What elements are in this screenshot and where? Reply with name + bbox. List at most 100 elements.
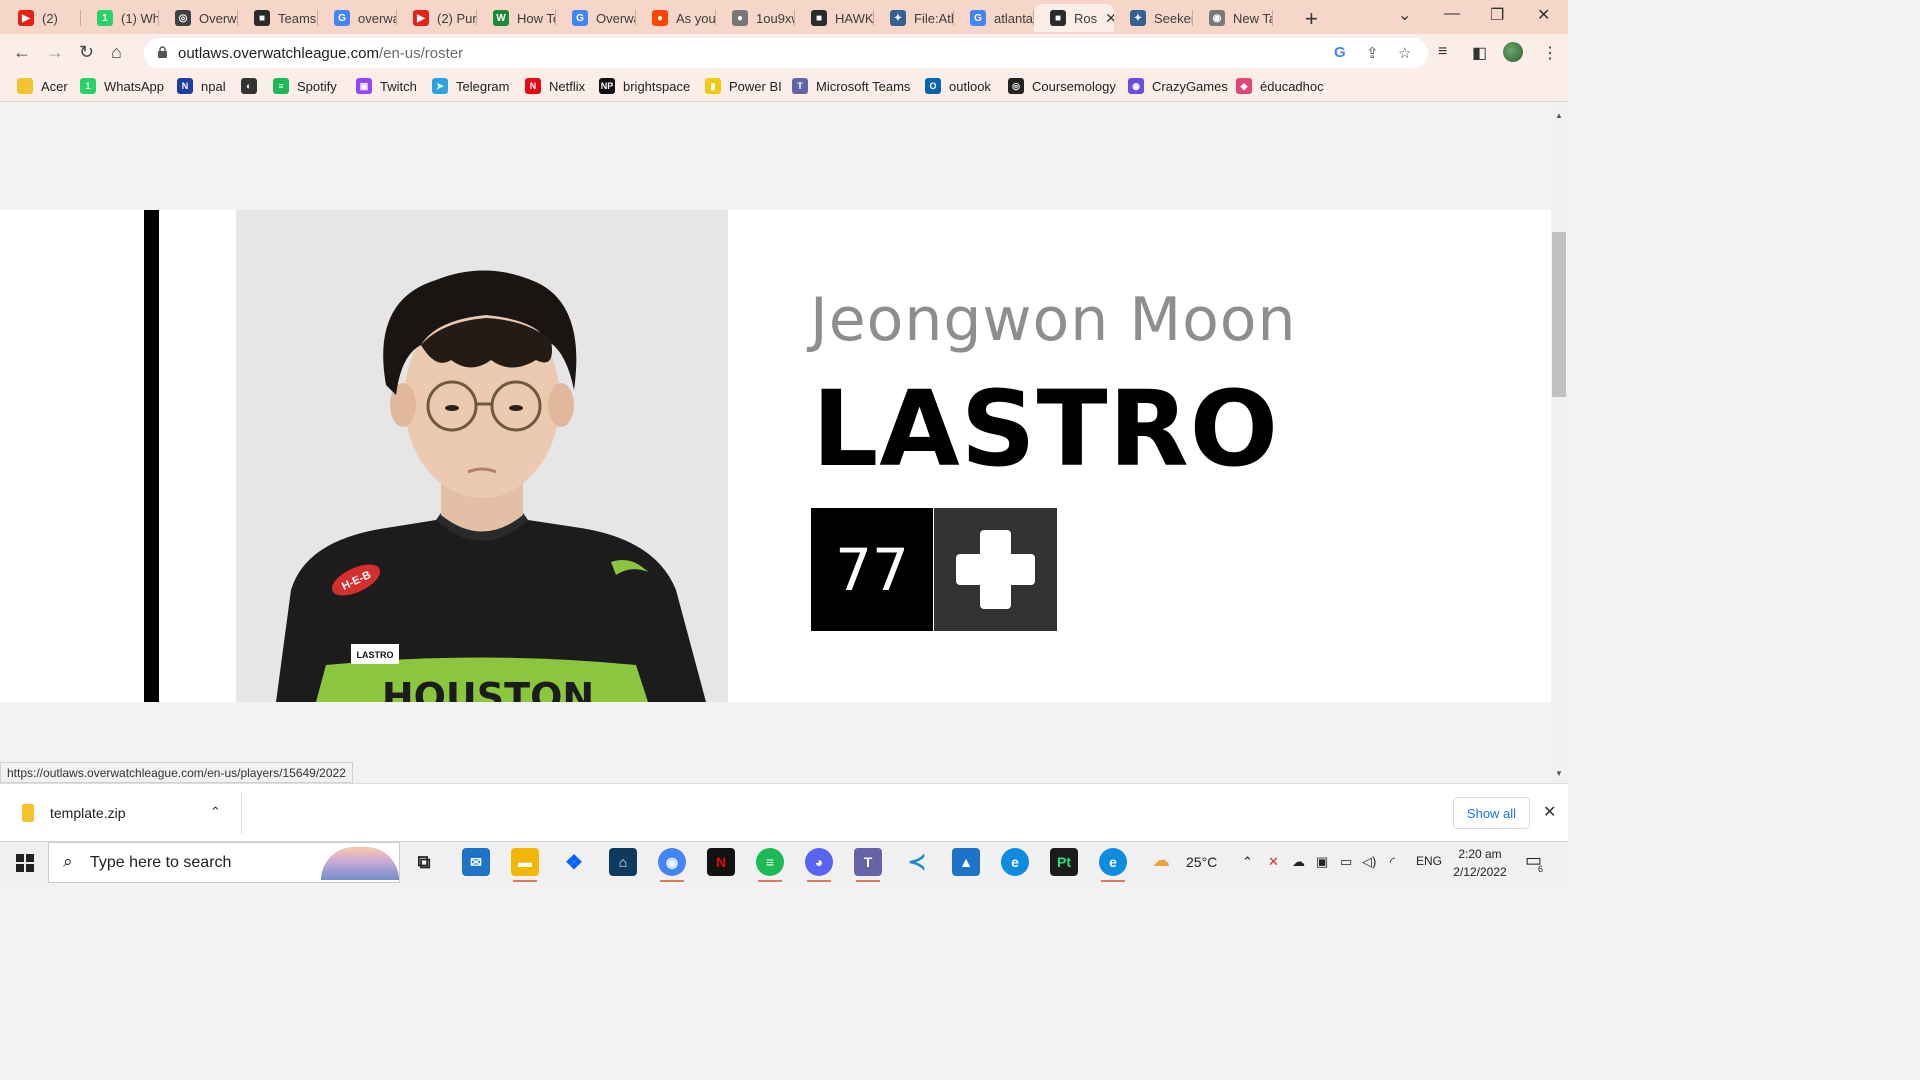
mail-app-icon[interactable]: ✉ <box>462 848 490 876</box>
bookmark-label: Power BI <box>729 78 782 94</box>
bookmark-favicon-icon: N <box>177 78 193 94</box>
edge-icon[interactable]: e <box>1001 848 1029 876</box>
player-card[interactable]: H-E-B LASTRO HOUSTON Jeongwon Moon LASTR… <box>0 210 1551 702</box>
browser-tab[interactable]: ● As you <box>636 4 716 32</box>
vscode-icon[interactable]: ≺ <box>903 848 931 876</box>
netflix-app-icon[interactable]: N <box>707 848 735 876</box>
browser-tab[interactable]: Goverwa <box>318 4 397 32</box>
onedrive-icon[interactable]: ☁ <box>1292 854 1305 870</box>
scroll-down-arrow[interactable]: ▼ <box>1555 769 1563 778</box>
edge-beta-icon[interactable]: e <box>1099 848 1127 882</box>
url-text[interactable]: outlaws.overwatchleague.com/en-us/roster <box>178 45 463 62</box>
file-explorer-icon[interactable]: ▬ <box>511 848 539 882</box>
photos-icon[interactable]: ▲ <box>952 848 980 876</box>
download-filename[interactable]: template.zip <box>50 805 125 821</box>
home-button[interactable]: ⌂ <box>111 42 122 63</box>
reload-button[interactable]: ↻ <box>79 42 94 63</box>
bookmark-item[interactable]: Nnpal <box>177 78 226 94</box>
bookmark-star-icon[interactable]: ☆ <box>1398 44 1411 62</box>
scroll-up-arrow[interactable]: ▲ <box>1555 111 1563 120</box>
meet-icon[interactable]: ▣ <box>1316 854 1328 870</box>
windows-taskbar: ⌕ Type here to search ⧉ ✉ ▬ ❖ ⌂ ◉ N ≡ ◕ … <box>0 841 1568 883</box>
forward-button[interactable]: → <box>46 42 64 63</box>
taskbar-search-box[interactable]: ⌕ Type here to search <box>48 842 400 883</box>
bookmark-item[interactable]: ◐ <box>241 78 265 94</box>
spotify-app-icon[interactable]: ≡ <box>756 848 784 882</box>
bookmark-item[interactable]: N Netflix <box>525 78 585 94</box>
browser-tab[interactable]: ● 1ou9xw <box>716 4 795 32</box>
support-role-icon <box>934 508 1057 631</box>
task-view-icon[interactable]: ⧉ <box>410 848 438 876</box>
bookmark-item[interactable]: ◆ éducadhoc <box>1236 78 1324 94</box>
zip-file-icon <box>22 804 34 822</box>
browser-tab[interactable]: Gatlanta <box>954 4 1034 32</box>
download-bar-close-icon[interactable]: ✕ <box>1543 802 1556 822</box>
bookmark-favicon-icon <box>17 78 33 94</box>
back-button[interactable]: ← <box>13 42 31 63</box>
browser-tab[interactable]: 1 (1) Wha <box>81 4 159 32</box>
teams-app-icon[interactable]: T <box>854 848 882 882</box>
tab-search-icon[interactable]: ⌄ <box>1398 5 1411 25</box>
bookmark-label: CrazyGames <box>1152 78 1228 94</box>
side-panel-icon[interactable]: ◧ <box>1472 43 1487 63</box>
browser-tab[interactable]: ▶ (2) <box>2 4 81 32</box>
weather-temp[interactable]: 25°C <box>1186 854 1217 870</box>
google-translate-icon[interactable]: G <box>1334 44 1346 61</box>
chrome-icon[interactable]: ◉ <box>658 848 686 882</box>
tab-close-icon[interactable]: ✕ <box>1105 10 1114 27</box>
tab-title: As you <box>676 10 716 26</box>
browser-tab[interactable]: ■ HAWK <box>795 4 874 32</box>
bookmark-item[interactable]: ◉ CrazyGames <box>1128 78 1228 94</box>
browser-tab[interactable]: ▶ (2) Pure <box>397 4 477 32</box>
pycharm-icon[interactable]: Pt <box>1050 848 1078 876</box>
scrollbar-thumb[interactable] <box>1552 232 1566 397</box>
discord-icon[interactable]: ◕ <box>805 848 833 882</box>
browser-tab[interactable]: ■ Teams <box>238 4 318 32</box>
bookmark-item[interactable]: ▮ Power BI <box>705 78 782 94</box>
battery-icon[interactable]: ▭ <box>1340 854 1352 870</box>
lock-icon[interactable] <box>158 46 167 58</box>
show-all-button[interactable]: Show all <box>1453 797 1530 829</box>
menu-icon[interactable]: ⋮ <box>1542 43 1558 63</box>
browser-tab[interactable]: W How To <box>477 4 556 32</box>
bookmark-item[interactable]: T Microsoft Teams <box>792 78 910 94</box>
bookmark-item[interactable]: NP brightspace <box>599 78 690 94</box>
minimize-button[interactable]: — <box>1444 5 1460 23</box>
windows-start-icon[interactable] <box>16 854 34 872</box>
tray-app-icon[interactable]: ✕ <box>1268 854 1279 870</box>
profile-avatar[interactable] <box>1503 42 1523 62</box>
wifi-icon[interactable]: ◜ <box>1390 854 1395 870</box>
download-options-chevron-icon[interactable]: ⌃ <box>210 804 221 820</box>
dropbox-icon[interactable]: ❖ <box>560 848 588 876</box>
bookmark-label: Coursemology <box>1032 78 1116 94</box>
bookmark-item[interactable]: 1 WhatsApp <box>80 78 164 94</box>
browser-tab[interactable]: ✦ File:Atl <box>874 4 954 32</box>
language-indicator[interactable]: ENG <box>1416 854 1442 868</box>
browser-tab[interactable]: ■ Ros ✕ <box>1034 4 1114 32</box>
bookmark-item[interactable]: ➤ Telegram <box>432 78 509 94</box>
bookmark-label: Netflix <box>549 78 586 94</box>
bookmark-item[interactable]: Acer <box>17 78 68 94</box>
bookmark-item[interactable]: ◎ Coursemology <box>1008 78 1116 94</box>
weather-icon[interactable]: ☁ <box>1152 850 1170 871</box>
app-icon[interactable]: ⌂ <box>609 848 637 876</box>
new-tab-button[interactable]: + <box>1305 6 1318 32</box>
bookmark-item[interactable]: ▣ Twitch <box>356 78 417 94</box>
clock[interactable]: 2:20 am 2/12/2022 <box>1448 845 1512 881</box>
bookmark-item[interactable]: ≡ Spotify <box>273 78 337 94</box>
browser-tab[interactable]: ✦ Seeker <box>1114 4 1193 32</box>
browser-tab[interactable]: ◎ Overwa <box>159 4 238 32</box>
tray-overflow-chevron-icon[interactable]: ⌃ <box>1242 854 1253 870</box>
restore-button[interactable]: ❐ <box>1490 5 1504 25</box>
address-bar[interactable]: outlaws.overwatchleague.com/en-us/roster… <box>144 38 1428 68</box>
browser-tab[interactable]: G Overwa <box>556 4 636 32</box>
tab-strip: ▶(2)1(1) Wha◎Overwa■TeamsGoverwa▶(2) Pur… <box>0 0 1568 34</box>
player-handle: LASTRO <box>812 368 1280 490</box>
media-control-icon[interactable]: ≡ <box>1438 43 1447 61</box>
browser-tab[interactable]: ◉ New Ta <box>1193 4 1273 32</box>
page-scrollbar[interactable] <box>1551 103 1568 783</box>
window-close-button[interactable]: ✕ <box>1537 5 1550 25</box>
volume-icon[interactable]: ◁) <box>1362 854 1376 870</box>
share-icon[interactable]: ⇪ <box>1366 44 1379 62</box>
bookmark-item[interactable]: Ooutlook <box>925 78 991 94</box>
